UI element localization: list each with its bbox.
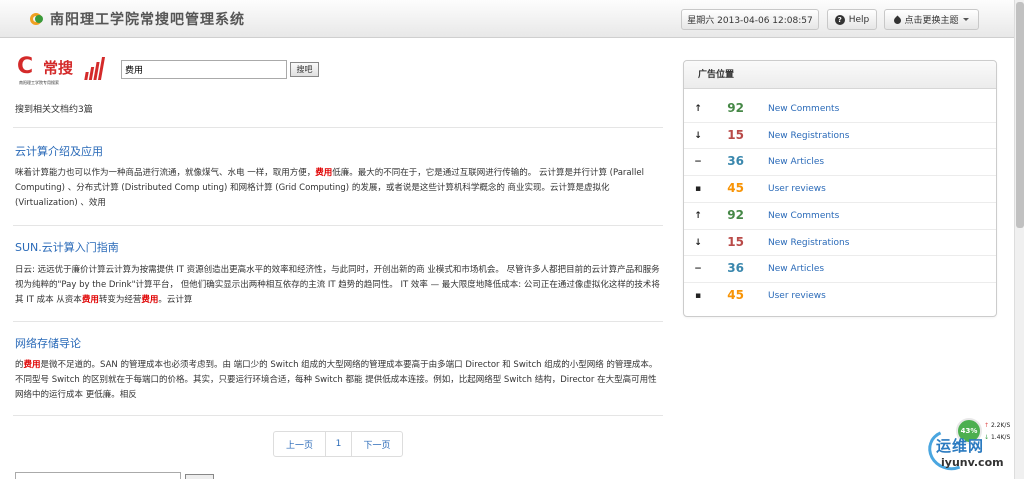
highlight-term: 费用 [315,168,333,178]
article-snippet-1: 咪着计算能力也可以作为一种商品进行流通，就像煤气、水电 一样，取用方便，费用低廉… [15,168,644,208]
comment-icon: ▪ [694,290,702,301]
pagination: 上一页 1 下一页 [273,431,403,457]
stat-row: ▪ 45 User reviews [684,176,996,202]
speed-readout: ↑ 2.2K/S ↓ 1.4K/S [984,420,1010,444]
stat-label[interactable]: New Comments [768,211,839,221]
page-link-1[interactable]: 1 [326,432,352,456]
stat-value: 36 [727,261,744,276]
datetime-display[interactable]: 星期六 2013-04-06 12:08:57 [681,9,819,30]
app-title: 南阳理工学院常搜吧管理系统 [50,12,245,28]
stat-value: 15 [727,127,744,142]
stat-label[interactable]: User reviews [768,291,826,301]
stat-value: 36 [727,154,744,169]
stat-row: ↓ 15 New Registrations [684,123,996,149]
watermark: 43% ↑ 2.2K/S ↓ 1.4K/S 运维网 iyunv.com [922,410,1014,479]
minus-icon: − [694,264,702,275]
stat-row: − 36 New Articles [684,256,996,282]
tint-icon [894,15,901,24]
watermark-text: 运维网 [936,437,985,455]
stat-value: 15 [727,234,744,249]
article-snippet-2: 日云: 远远优于廉价计算云计算为按需提供 IT 资源创造出更高水平的效率和经济性… [15,265,660,305]
top-navbar: 南阳理工学院常搜吧管理系统 星期六 2013-04-06 12:08:57 ? … [0,0,1014,38]
question-icon: ? [834,14,845,25]
brand-logo-icon [30,11,46,27]
stat-row: ↑ 92 New Comments [684,203,996,229]
ad-panel: 广告位置 ↑ 92 New Comments ↓ 15 New Registrations… [683,60,997,317]
stat-label[interactable]: New Comments [768,104,839,114]
download-speed: 1.4K/S [990,434,1011,441]
bottom-search-input[interactable] [15,472,181,479]
stat-label[interactable]: New Registrations [768,238,849,248]
scrollbar-thumb[interactable] [1016,2,1024,228]
stat-label[interactable]: User reviews [768,184,826,194]
comment-icon: ▪ [694,184,702,195]
stat-value: 92 [727,207,744,222]
divider [13,225,663,226]
stat-row: ▪ 45 User reviews [684,283,996,309]
logo-bars-icon [83,56,106,80]
theme-switch-button[interactable]: 点击更换主题 [884,9,979,30]
stat-label[interactable]: New Registrations [768,131,849,141]
stat-label[interactable]: New Articles [768,157,824,167]
stat-row: ↓ 15 New Registrations [684,230,996,256]
search-logo: C 常搜 南阳理工学院专用搜索 [15,54,106,90]
stat-value: 45 [727,181,744,196]
prev-page-link[interactable]: 上一页 [274,432,326,456]
help-button[interactable]: ? Help [827,9,877,30]
stat-value: 45 [727,287,744,302]
article-title-1[interactable]: 云计算介绍及应用 [15,143,103,159]
article-title-3[interactable]: 网络存储导论 [15,335,81,351]
stat-row: − 36 New Articles [684,149,996,175]
upload-speed: 2.2K/S [990,422,1011,429]
highlight-term: 费用 [141,295,159,305]
theme-label: 点击更换主题 [904,16,959,26]
result-count: 搜到相关文档约3篇 [15,105,93,115]
help-label: Help [848,14,870,25]
highlight-term: 费用 [23,360,41,370]
datetime-text: 星期六 2013-04-06 12:08:57 [687,16,813,26]
upload-icon: ↑ [984,422,990,429]
search-input[interactable] [121,60,287,79]
divider [13,127,663,128]
divider [13,321,663,322]
caret-down-icon [962,18,969,21]
arrow-down-icon: ↓ [694,237,702,248]
logo-subtitle: 南阳理工学院专用搜索 [19,80,59,85]
arrow-up-icon: ↑ [694,210,702,221]
logo-c: C [17,54,34,79]
panel-title: 广告位置 [684,61,996,89]
arrow-down-icon: ↓ [694,130,702,141]
divider [13,415,663,416]
article-title-2[interactable]: SUN.云计算入门指南 [15,239,119,255]
next-page-link[interactable]: 下一页 [352,432,402,456]
download-icon: ↓ [984,434,990,441]
arrow-up-icon: ↑ [694,104,702,114]
logo-text: 常搜 [43,59,74,77]
brand[interactable]: 南阳理工学院常搜吧管理系统 [30,9,245,29]
highlight-term: 费用 [81,295,99,305]
stat-value: 92 [727,101,744,115]
stat-row: ↑ 92 New Comments [684,96,996,122]
minus-icon: − [694,157,702,168]
stat-label[interactable]: New Articles [768,264,824,274]
watermark-url: iyunv.com [941,456,1004,469]
search-button[interactable]: 搜吧 [290,62,319,77]
page-scrollbar[interactable] [1014,0,1024,479]
bottom-search-button[interactable] [185,474,214,479]
article-snippet-3: 的费用是微不足道的。SAN 的管理成本也必须考虑到。由 端口少的 Switch … [15,360,658,400]
